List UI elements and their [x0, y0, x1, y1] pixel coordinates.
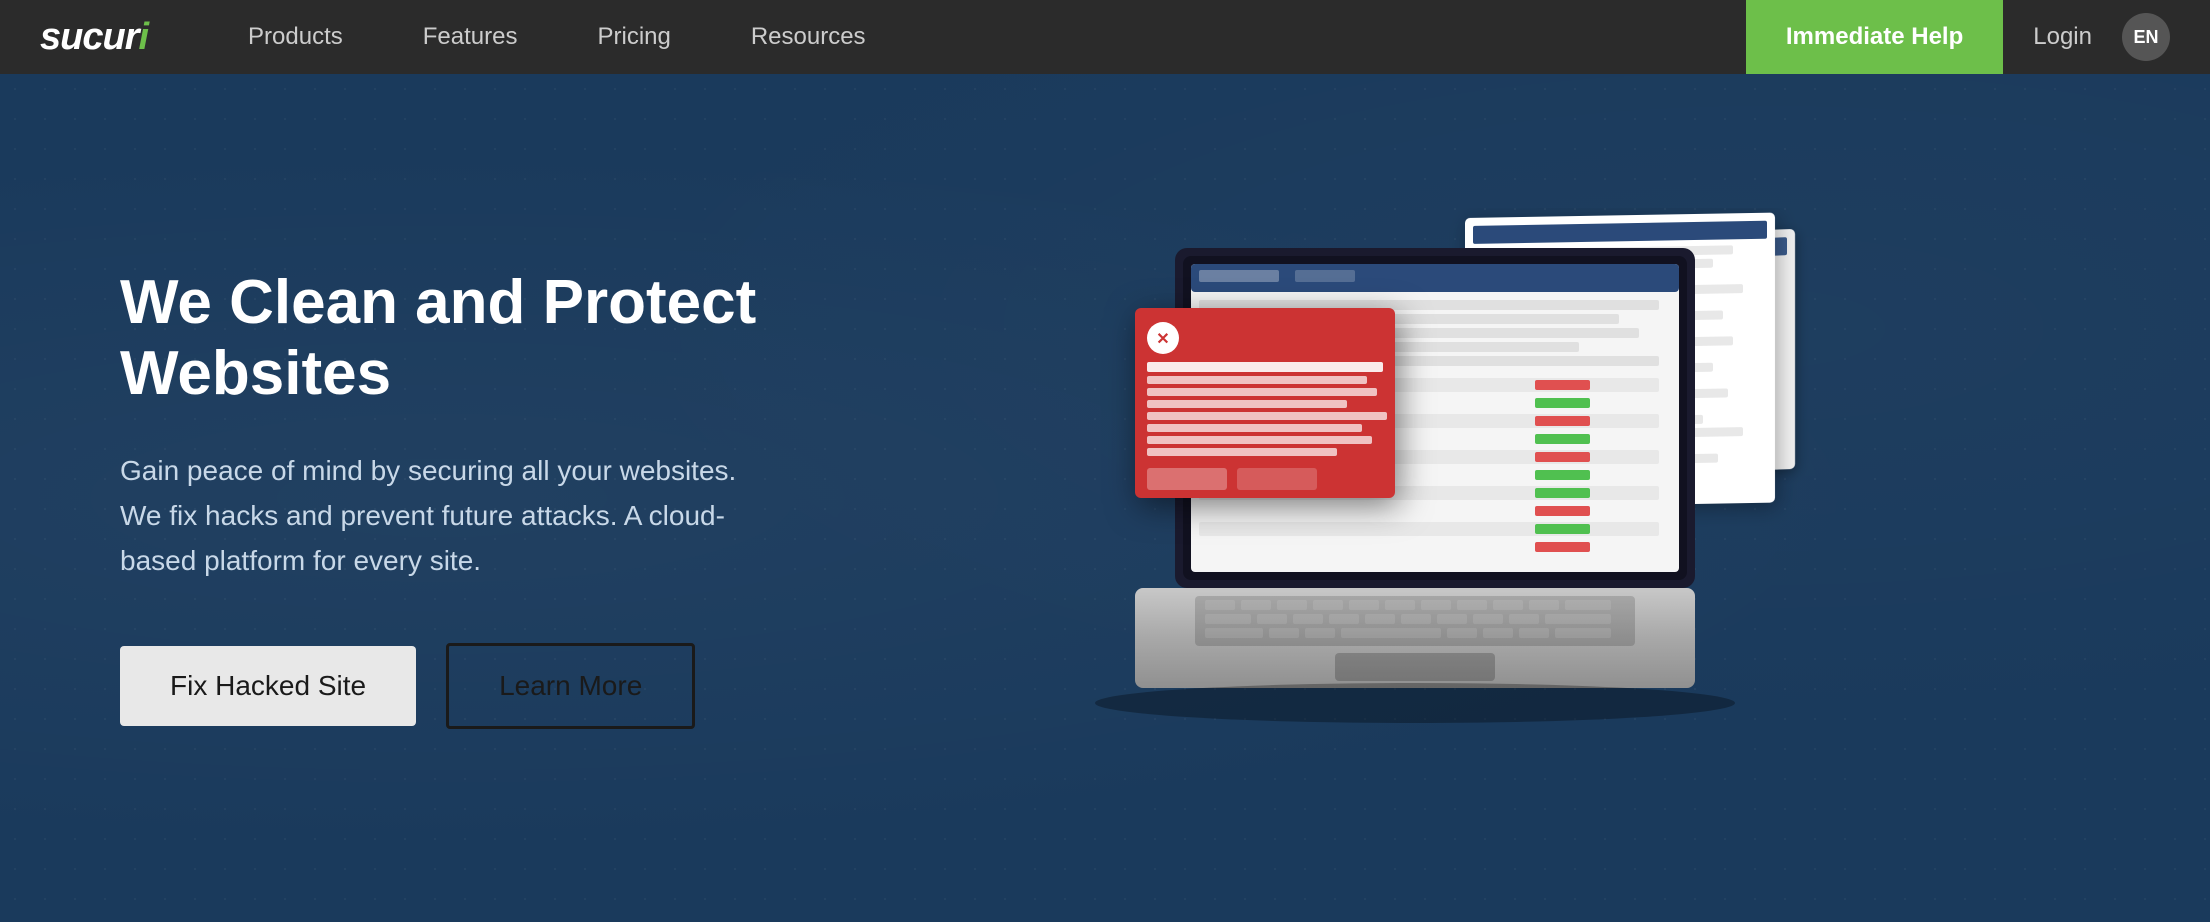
hero-illustration: ✕: [820, 198, 2090, 798]
logo-text: sucuri: [40, 16, 148, 58]
fix-hacked-site-button[interactable]: Fix Hacked Site: [120, 646, 416, 726]
hero-content: We Clean and Protect Websites Gain peace…: [120, 267, 820, 730]
hero-subtitle: Gain peace of mind by securing all your …: [120, 449, 740, 583]
learn-more-button[interactable]: Learn More: [446, 643, 695, 729]
svg-text:✕: ✕: [1156, 331, 1169, 348]
nav-link-features[interactable]: Features: [383, 0, 558, 74]
hero-section: We Clean and Protect Websites Gain peace…: [0, 74, 2210, 922]
nav-link-products[interactable]: Products: [208, 0, 383, 74]
nav-links: Products Features Pricing Resources: [208, 0, 1746, 74]
nav-link-pricing[interactable]: Pricing: [557, 0, 710, 74]
nav-link-resources[interactable]: Resources: [711, 0, 906, 74]
navbar: sucuri Products Features Pricing Resourc…: [0, 0, 2210, 74]
logo[interactable]: sucuri: [40, 16, 148, 59]
hero-title: We Clean and Protect Websites: [120, 267, 820, 410]
laptop-illustration: ✕: [820, 208, 2090, 788]
immediate-help-button[interactable]: Immediate Help: [1746, 0, 2003, 74]
hero-buttons: Fix Hacked Site Learn More: [120, 643, 820, 729]
language-selector[interactable]: EN: [2122, 13, 2170, 61]
login-button[interactable]: Login: [2003, 0, 2122, 74]
